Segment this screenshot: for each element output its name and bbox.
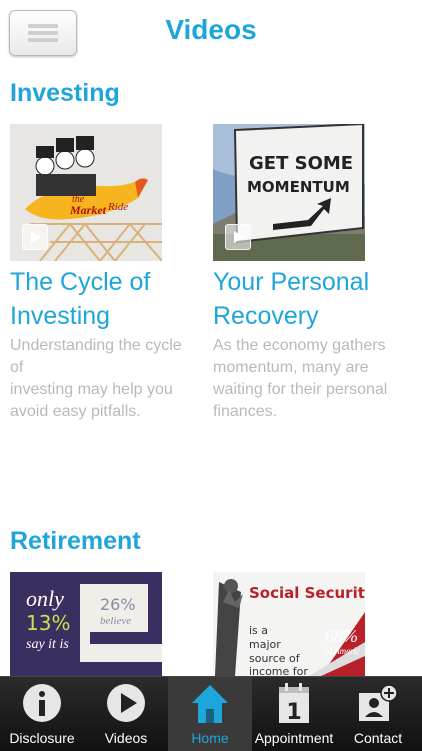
tab-contact[interactable]: Contact <box>336 677 420 751</box>
video-card-social-security[interactable]: Social Securit is a major source of inco… <box>213 572 393 676</box>
video-title-line: Investing <box>10 302 111 330</box>
thumbnail-text-momentum: MOMENTUM <box>247 178 350 196</box>
retirement-stats-thumbnail: only 13% say it is 26% believe <box>10 572 162 676</box>
video-description-line: As the economy gathers <box>213 337 386 354</box>
video-description: Understanding the cycle of investing may… <box>10 335 190 423</box>
video-card-retirement-confidence[interactable]: only 13% say it is 26% believe <box>10 572 190 676</box>
svg-text:1: 1 <box>286 700 301 725</box>
video-description-line: waiting for their personal <box>213 381 388 398</box>
video-description-line: avoid easy pitfalls. <box>10 403 141 420</box>
section-title-retirement: Retirement <box>10 527 141 555</box>
video-thumbnail[interactable]: only 13% say it is 26% believe <box>10 572 162 676</box>
video-description-line: Understanding the cycle of <box>10 337 182 376</box>
tab-label: Videos <box>104 730 148 746</box>
play-icon <box>107 684 145 722</box>
play-overlay-icon[interactable] <box>22 224 48 250</box>
thumbnail-text-68-percent: 68% <box>325 626 358 646</box>
thumbnail-text-ride: Ride <box>107 201 128 213</box>
thumbnail-text-social-security: Social Securit <box>249 584 365 602</box>
thumbnail-text-only: only <box>26 586 64 611</box>
thumbnail-text-market: Market <box>69 203 107 217</box>
video-description-line: momentum, many are <box>213 359 369 376</box>
thumbnail-text-of-americans: of Americ <box>325 646 360 656</box>
tab-label: Disclosure <box>9 730 75 746</box>
contact-add-icon <box>359 684 398 721</box>
social-security-thumbnail: Social Securit is a major source of inco… <box>213 572 365 676</box>
tab-videos[interactable]: Videos <box>84 677 168 751</box>
video-description: As the economy gathers momentum, many ar… <box>213 335 393 423</box>
video-title-line: Your Personal <box>213 268 370 296</box>
thumbnail-text-get-some: GET SOME <box>249 153 353 174</box>
video-title[interactable]: Your Personal Recovery <box>213 265 393 333</box>
tab-home[interactable]: Home <box>168 677 252 751</box>
tab-label: Contact <box>353 730 403 746</box>
thumbnail-text-is-a: is a <box>249 624 268 637</box>
home-icon <box>192 685 228 723</box>
thumbnail-text-major: major <box>249 638 281 651</box>
tab-label: Appointment <box>254 730 334 746</box>
video-description-line: investing may help you <box>10 381 173 398</box>
video-title-line: The Cycle of <box>10 268 151 296</box>
video-card-cycle-of-investing[interactable]: the Market Ride The Cycle of Investing U… <box>10 124 190 423</box>
play-overlay-icon[interactable] <box>225 224 251 250</box>
video-title[interactable]: The Cycle of Investing <box>10 265 190 333</box>
thumbnail-text-income-for: income for <box>249 665 308 676</box>
thumbnail-text-13-percent: 13% <box>26 611 70 635</box>
header: Videos <box>0 0 422 68</box>
video-thumbnail[interactable]: GET SOME MOMENTUM <box>213 124 365 261</box>
thumbnail-text-26-percent: 26% <box>100 595 136 614</box>
tab-disclosure[interactable]: Disclosure <box>0 677 84 751</box>
video-thumbnail[interactable]: Social Securit is a major source of inco… <box>213 572 365 676</box>
video-card-personal-recovery[interactable]: GET SOME MOMENTUM Your Personal Recovery… <box>213 124 393 423</box>
tab-appointment[interactable]: 1 Appointment <box>252 677 336 751</box>
calendar-icon: 1 <box>279 683 309 725</box>
thumbnail-text-say-it-is: say it is <box>26 637 69 652</box>
tab-label: Home <box>191 730 229 746</box>
video-thumbnail[interactable]: the Market Ride <box>10 124 162 261</box>
page-title: Videos <box>165 14 257 45</box>
tab-bar: Disclosure Videos Home 1 Appointment Con… <box>0 676 422 751</box>
video-title-line: Recovery <box>213 302 319 330</box>
video-description-line: finances. <box>213 403 278 420</box>
info-icon <box>23 684 61 722</box>
thumbnail-text-believe: believe <box>100 615 131 627</box>
section-title-investing: Investing <box>10 79 120 107</box>
thumbnail-text-source-of: source of <box>249 652 301 665</box>
